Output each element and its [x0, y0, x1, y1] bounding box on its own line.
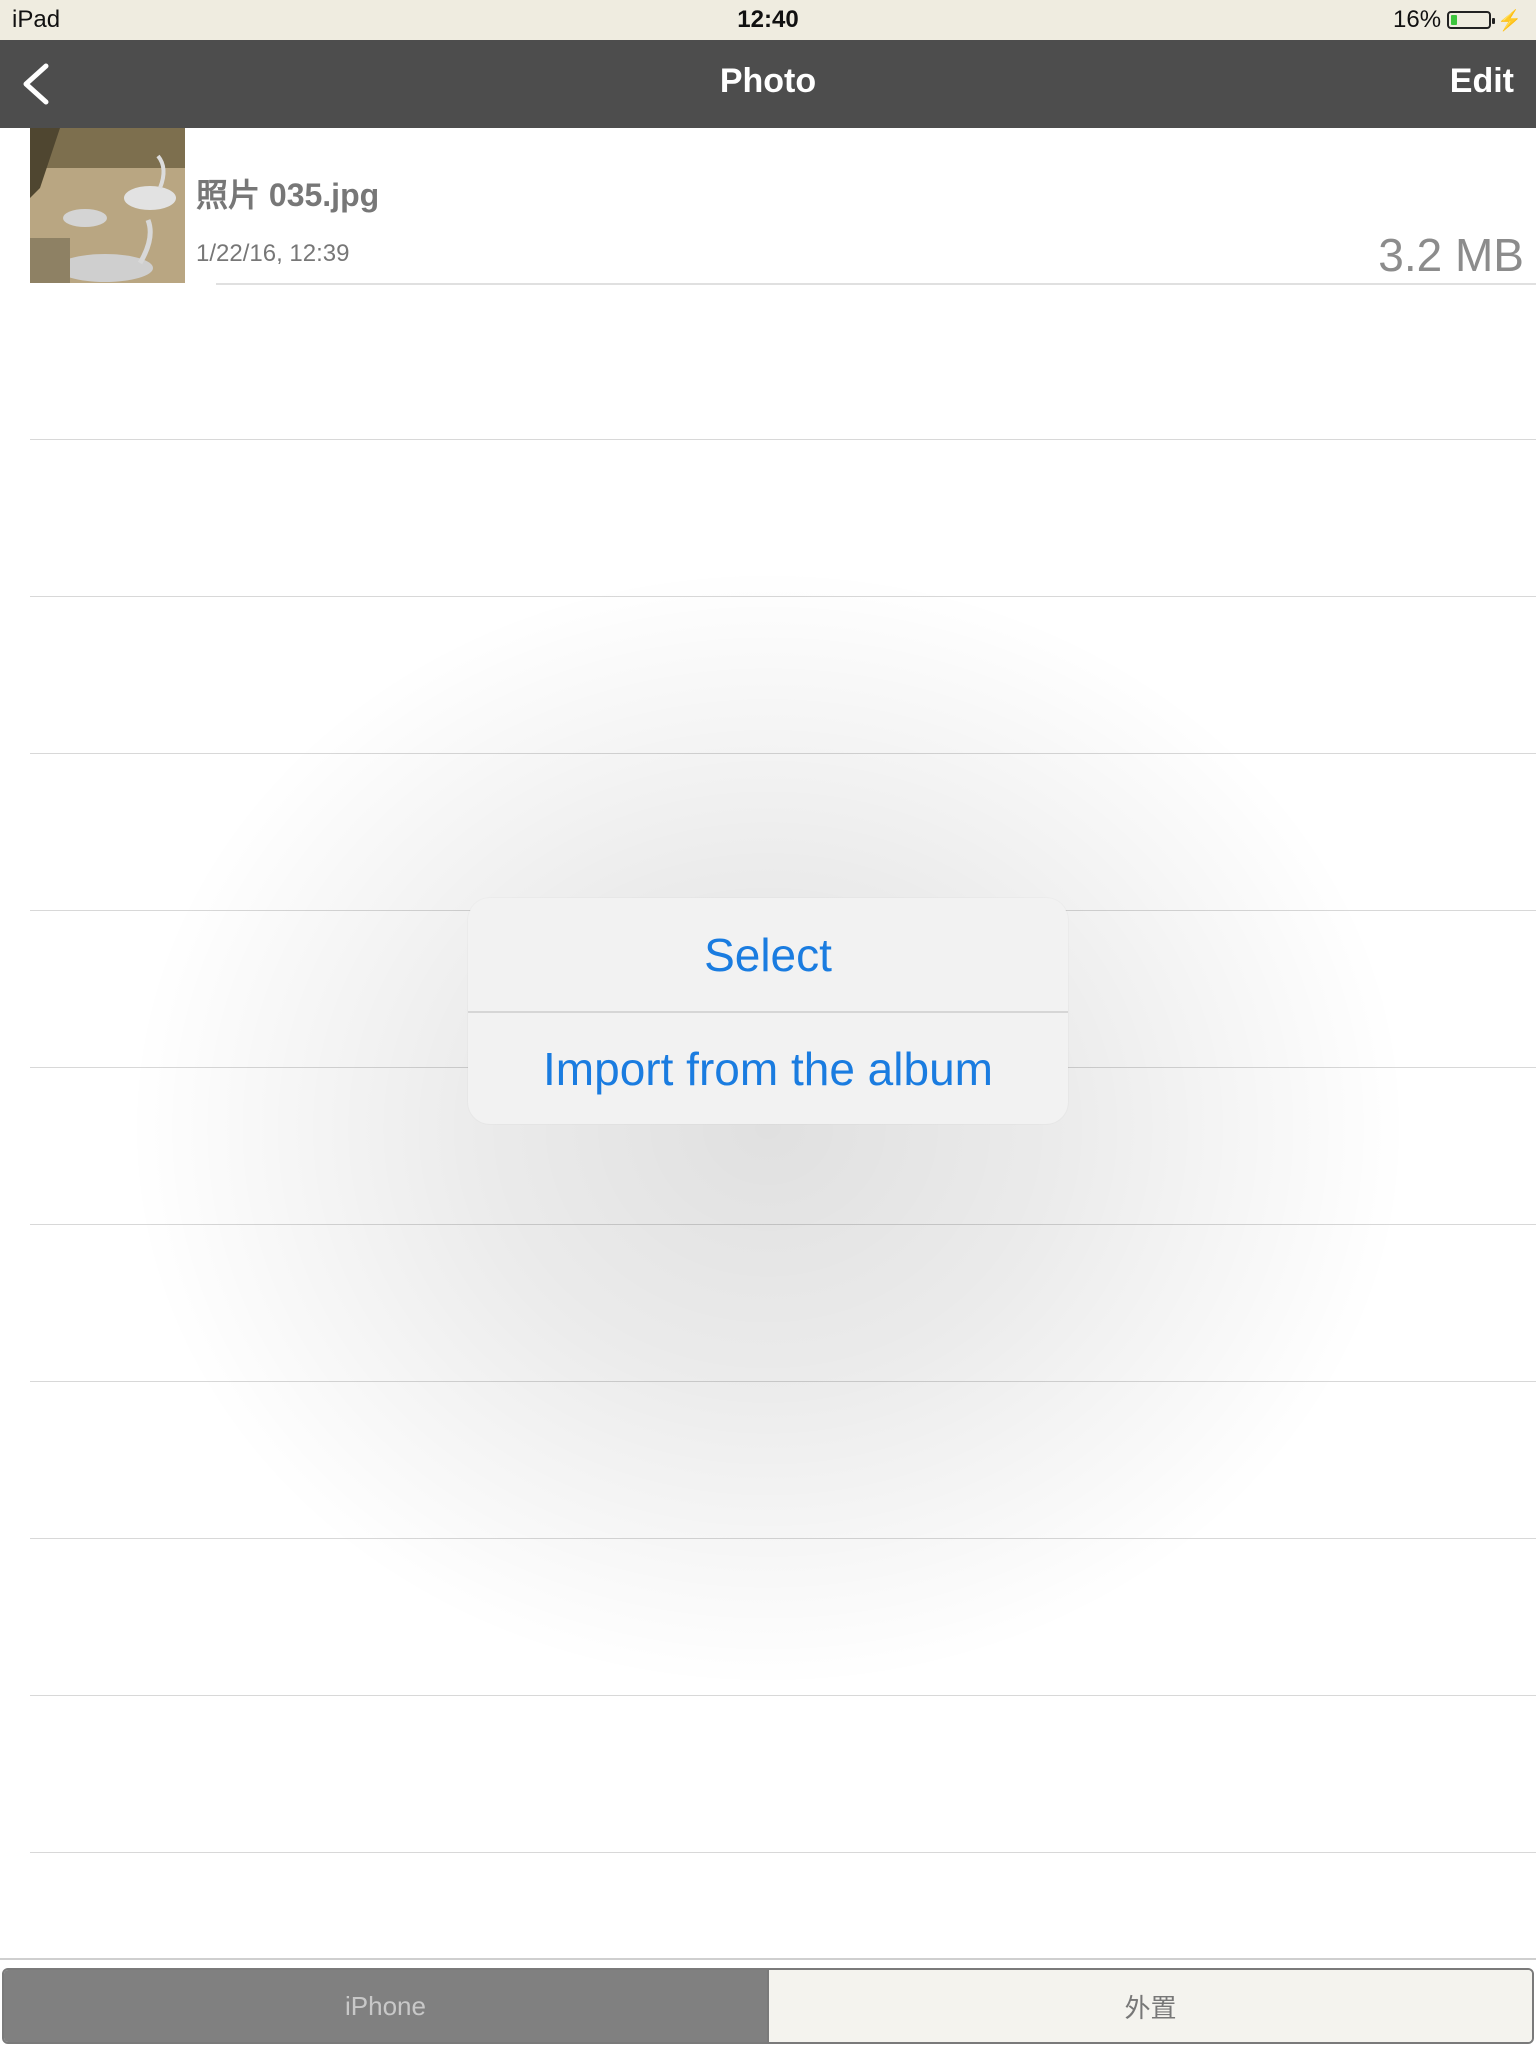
photo-thumbnail: [30, 128, 185, 283]
page-title: Photo: [719, 62, 817, 100]
battery-icon: [1447, 11, 1496, 29]
battery-status: 16% ⚡: [1393, 6, 1522, 34]
empty-row: [30, 1382, 1536, 1539]
bottom-tab-bar: iPhone 外置: [0, 1958, 1536, 2048]
edit-button[interactable]: Edit: [1450, 62, 1514, 101]
import-from-album-button[interactable]: Import from the album: [468, 1011, 1068, 1124]
lightning-bolt-icon: ⚡: [1497, 9, 1522, 32]
tab-iphone[interactable]: iPhone: [4, 1970, 767, 2042]
status-bar: iPad 12:40 16% ⚡: [0, 0, 1536, 40]
select-button[interactable]: Select: [468, 898, 1068, 1011]
file-date: 1/22/16, 12:39: [196, 240, 350, 267]
cranes-image: [30, 128, 185, 283]
file-row[interactable]: 照片 035.jpg 1/22/16, 12:39 3.2 MB: [0, 128, 1536, 285]
empty-row: [30, 1225, 1536, 1382]
tab-external[interactable]: 外置: [767, 1970, 1532, 2042]
file-name: 照片 035.jpg: [196, 177, 380, 213]
status-time: 12:40: [737, 6, 799, 33]
empty-row: [30, 1696, 1536, 1853]
action-popover: Select Import from the album: [468, 898, 1068, 1124]
battery-percent: 16%: [1393, 6, 1442, 33]
storage-segmented-control: iPhone 外置: [2, 1968, 1534, 2044]
file-size: 3.2 MB: [1378, 229, 1524, 281]
battery-tip: [1492, 18, 1496, 24]
battery-fill: [1451, 15, 1458, 25]
empty-row: [30, 1539, 1536, 1696]
empty-row: [30, 283, 1536, 440]
empty-row: [30, 754, 1536, 911]
navigation-bar: Photo Edit: [0, 40, 1536, 128]
empty-row: [30, 597, 1536, 754]
empty-row: [30, 440, 1536, 597]
